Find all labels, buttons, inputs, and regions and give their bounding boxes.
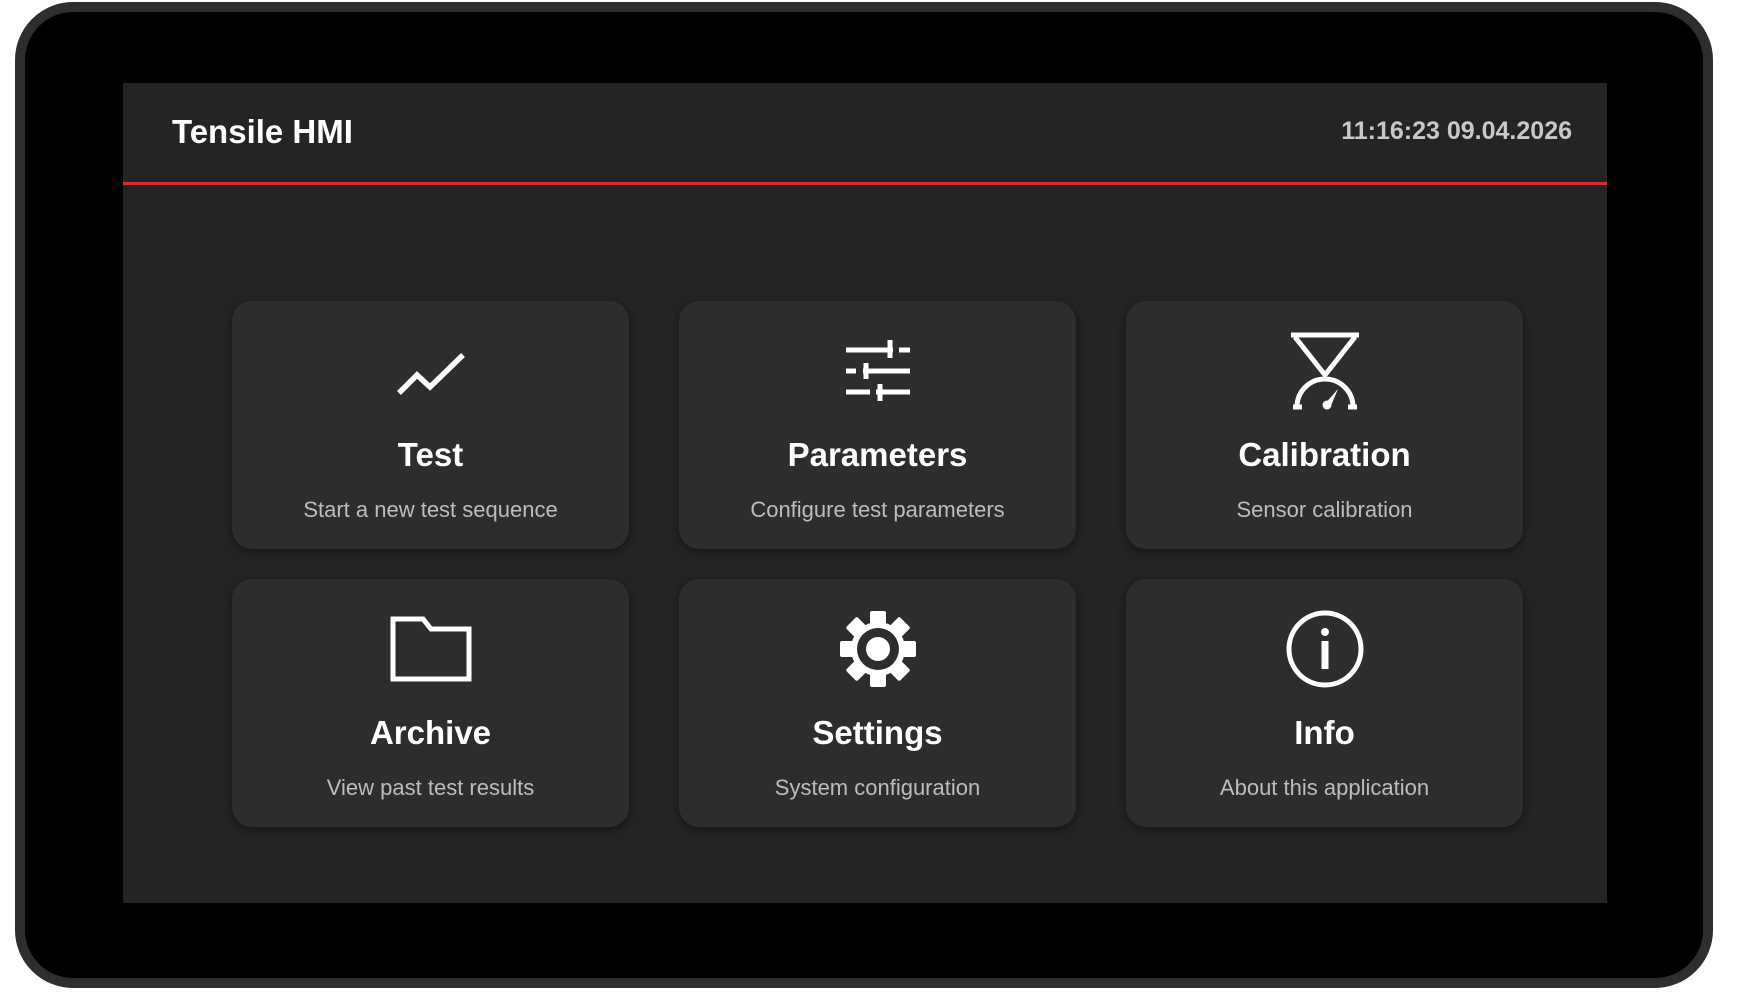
tile-title: Test (397, 436, 464, 473)
tile-title: Parameters (787, 436, 968, 473)
tile-description: Start a new test sequence (303, 497, 558, 522)
tile-description: System configuration (774, 775, 981, 800)
chart-line-icon (389, 329, 473, 413)
info-icon (1283, 607, 1367, 691)
scale-gauge-icon (1283, 329, 1367, 413)
tile-title: Info (1294, 714, 1355, 751)
calibration-tile-button[interactable]: Calibration Sensor calibration (1126, 301, 1523, 549)
tile-title: Archive (369, 714, 492, 751)
tile-description: Configure test parameters (750, 497, 1005, 522)
hmi-screen: Tensile HMI 11:16:23 09.04.2026 Test Sta… (123, 83, 1607, 903)
info-tile-button[interactable]: Info About this application (1126, 579, 1523, 827)
settings-tile-button[interactable]: Settings System configuration (679, 579, 1076, 827)
gear-icon (836, 607, 920, 691)
tile-title: Settings (812, 714, 943, 751)
clock-display: 11:16:23 09.04.2026 (1341, 117, 1572, 145)
sliders-icon (836, 329, 920, 413)
tile-description: About this application (1219, 775, 1430, 800)
tile-description: Sensor calibration (1236, 497, 1413, 522)
menu-grid: Test Start a new test sequence Parameter… (232, 301, 1524, 827)
header-bar: Tensile HMI 11:16:23 09.04.2026 (123, 83, 1607, 185)
tile-description: View past test results (326, 775, 535, 800)
tile-title: Calibration (1238, 436, 1411, 473)
folder-icon (389, 607, 473, 691)
parameters-tile-button[interactable]: Parameters Configure test parameters (679, 301, 1076, 549)
archive-tile-button[interactable]: Archive View past test results (232, 579, 629, 827)
test-tile-button[interactable]: Test Start a new test sequence (232, 301, 629, 549)
app-title: Tensile HMI (172, 113, 353, 150)
